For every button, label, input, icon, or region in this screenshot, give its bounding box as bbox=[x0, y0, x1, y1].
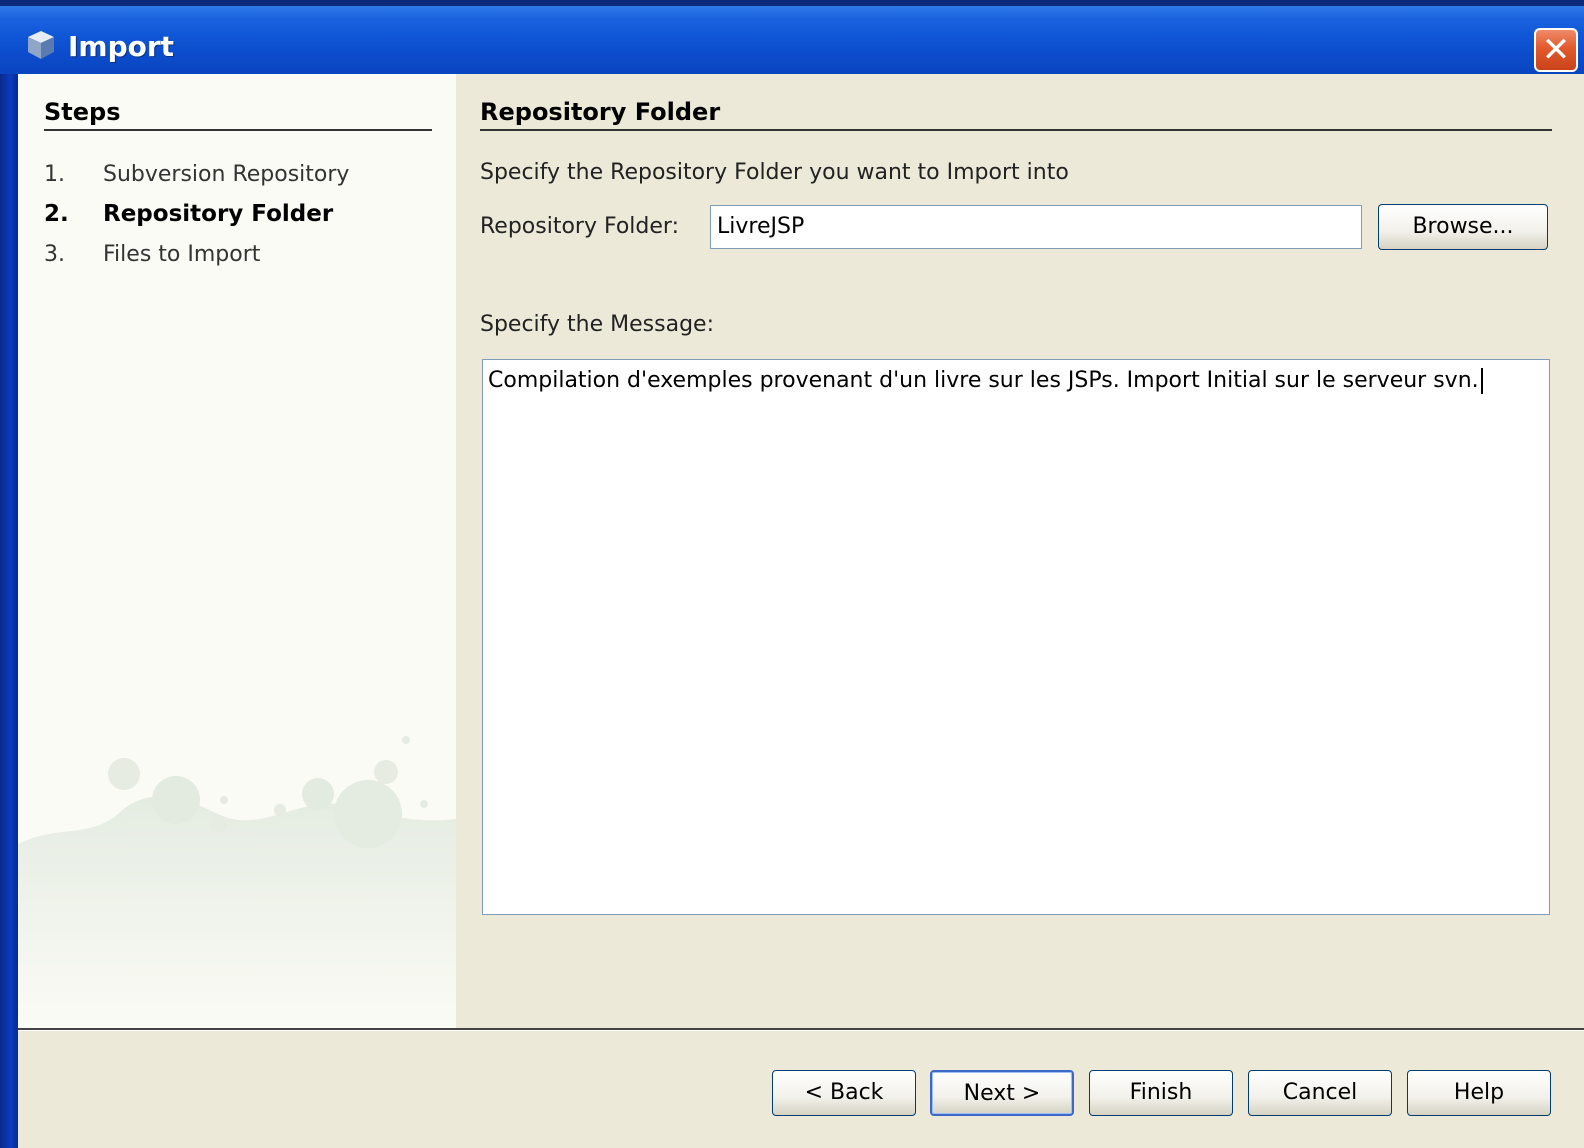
decorative-bubbles bbox=[18, 736, 456, 1028]
text-caret bbox=[1480, 368, 1483, 394]
message-label: Specify the Message: bbox=[480, 312, 714, 337]
section-description: Specify the Repository Folder you want t… bbox=[480, 160, 1069, 185]
step-label: Subversion Repository bbox=[103, 162, 350, 187]
section-divider bbox=[480, 129, 1552, 131]
repository-folder-label: Repository Folder: bbox=[480, 214, 679, 239]
content-panel: Repository Folder Specify the Repository… bbox=[456, 74, 1584, 1028]
import-dialog: Import ✕ Steps 1. Subversion Repository … bbox=[0, 0, 1584, 1148]
window-title: Import bbox=[68, 30, 175, 63]
steps-panel: Steps 1. Subversion Repository 2. Reposi… bbox=[18, 74, 456, 1028]
step-label: Files to Import bbox=[103, 242, 261, 267]
cancel-button[interactable]: Cancel bbox=[1248, 1070, 1392, 1116]
help-button[interactable]: Help bbox=[1407, 1070, 1551, 1116]
title-bar[interactable]: Import ✕ bbox=[0, 0, 1584, 74]
window-border bbox=[0, 74, 18, 1148]
finish-button[interactable]: Finish bbox=[1089, 1070, 1233, 1116]
section-title: Repository Folder bbox=[480, 98, 721, 126]
steps-divider bbox=[44, 129, 432, 131]
footer-divider-highlight bbox=[18, 1030, 1584, 1031]
message-textarea[interactable]: Compilation d'exemples provenant d'un li… bbox=[482, 359, 1550, 915]
next-button[interactable]: Next > bbox=[930, 1070, 1074, 1116]
cube-icon bbox=[26, 29, 56, 61]
step-number: 3. bbox=[44, 242, 65, 267]
dialog-body: Steps 1. Subversion Repository 2. Reposi… bbox=[18, 74, 1584, 1148]
back-button[interactable]: < Back bbox=[772, 1070, 916, 1116]
steps-title: Steps bbox=[44, 98, 121, 126]
step-label: Repository Folder bbox=[103, 201, 334, 227]
step-number: 2. bbox=[44, 201, 69, 227]
browse-button[interactable]: Browse... bbox=[1378, 204, 1548, 250]
step-number: 1. bbox=[44, 162, 65, 187]
message-text: Compilation d'exemples provenant d'un li… bbox=[488, 368, 1479, 393]
repository-folder-input[interactable]: LivreJSP bbox=[710, 205, 1362, 249]
close-button[interactable]: ✕ bbox=[1534, 28, 1578, 72]
close-icon: ✕ bbox=[1541, 30, 1571, 70]
